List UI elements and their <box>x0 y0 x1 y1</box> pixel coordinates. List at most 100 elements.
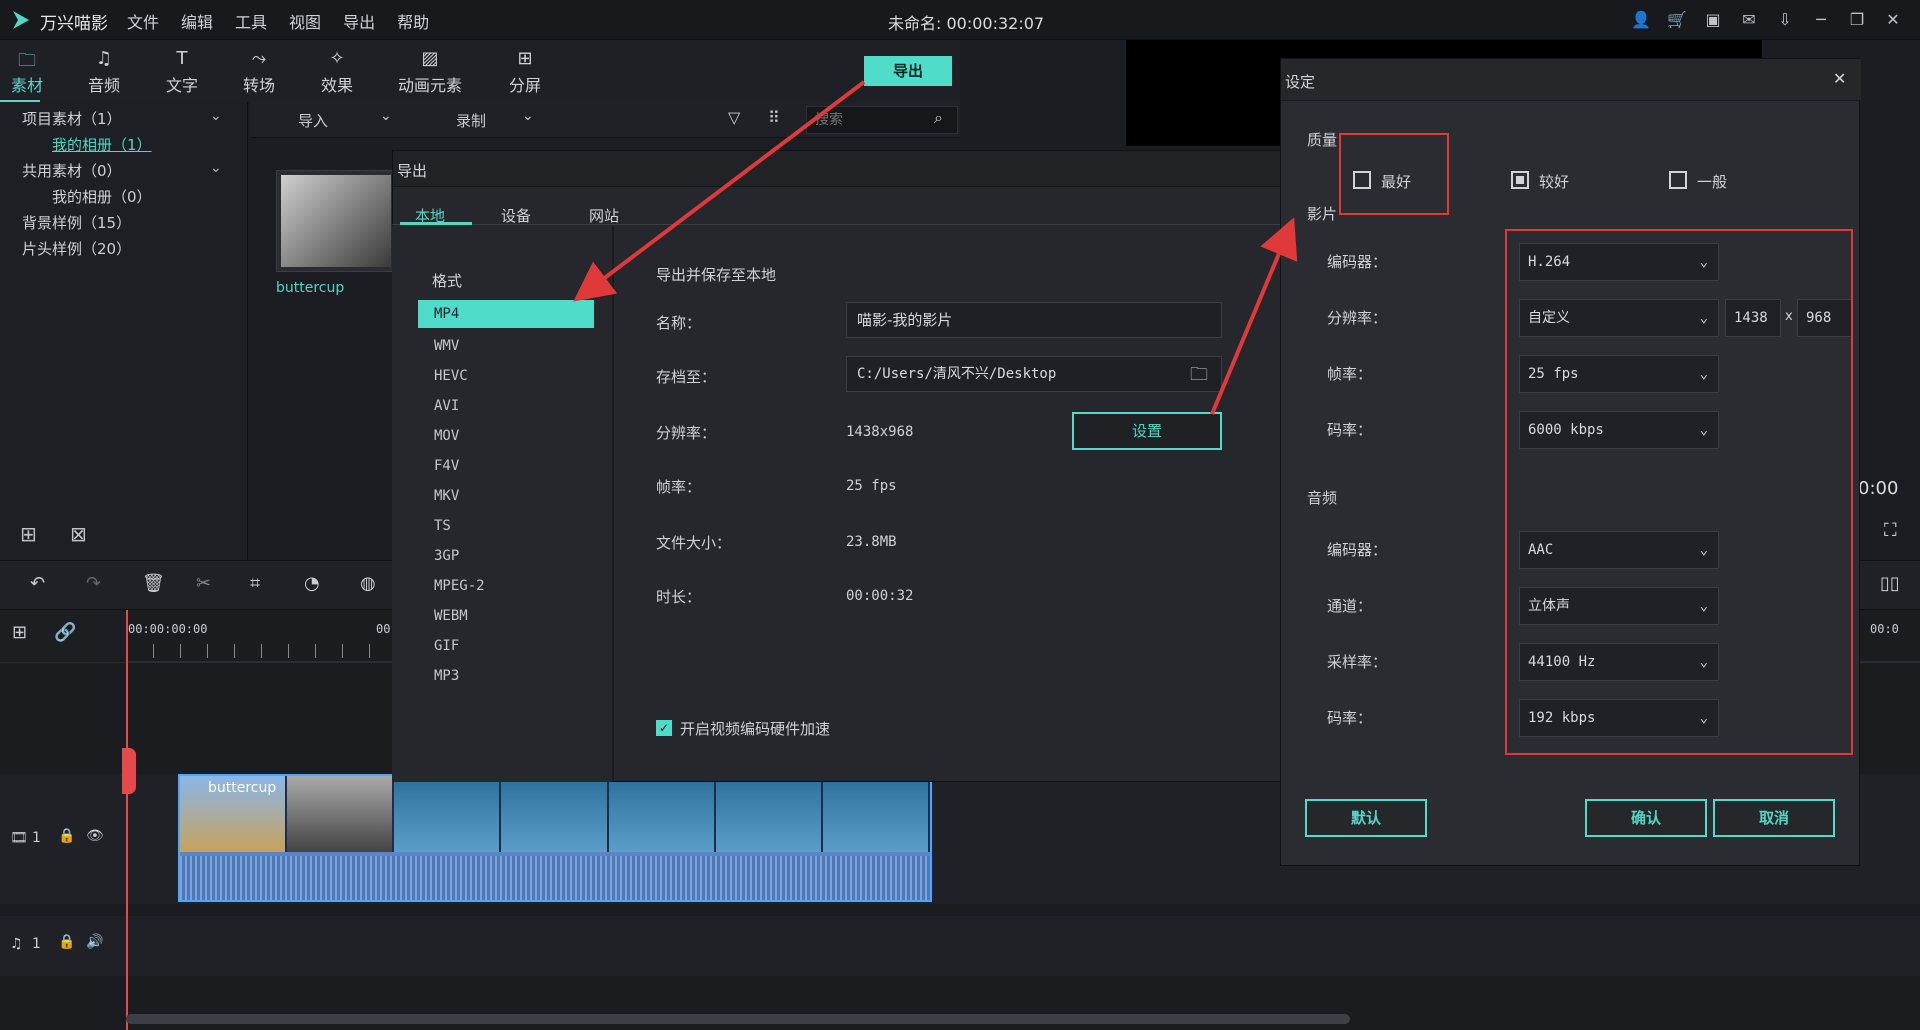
format-avi[interactable]: AVI <box>434 398 459 414</box>
format-gif[interactable]: GIF <box>434 638 459 654</box>
clip-frames <box>180 776 930 852</box>
fullscreen-icon[interactable]: ⛶ <box>1884 520 1897 541</box>
audio-waveform <box>180 856 930 900</box>
tree-my-album[interactable]: 我的相册（0） <box>52 186 152 207</box>
new-folder-icon[interactable]: ⊞ <box>20 522 37 546</box>
remove-folder-icon[interactable]: ⊠ <box>70 522 87 546</box>
lock-icon[interactable]: 🔒 <box>58 934 75 950</box>
tab-elements[interactable]: ▨ 动画元素 <box>390 48 470 96</box>
quality-better-checkbox[interactable] <box>1511 171 1529 189</box>
import-dropdown[interactable]: 导入 <box>298 110 328 131</box>
format-mp3[interactable]: MP3 <box>434 668 459 684</box>
save-path-input[interactable]: C:/Users/清风不兴/Desktop <box>846 356 1222 392</box>
menu-file[interactable]: 文件 <box>127 9 159 33</box>
tree-background-samples[interactable]: 背景样例（15） <box>22 212 131 233</box>
cancel-button[interactable]: 取消 <box>1713 799 1835 837</box>
mail-icon[interactable]: ✉ <box>1738 8 1760 30</box>
restore-icon[interactable]: ❐ <box>1846 8 1868 30</box>
folder-icon[interactable]: 🗀 <box>1190 362 1208 392</box>
record-dropdown[interactable]: 录制 <box>456 110 486 131</box>
minimize-icon[interactable]: ─ <box>1810 8 1832 30</box>
file-size-label: 文件大小： <box>656 534 732 552</box>
format-heading: 格式 <box>432 272 463 290</box>
timeline-scrollbar[interactable] <box>126 1014 1350 1024</box>
playhead-handle[interactable] <box>122 748 136 794</box>
format-wmv[interactable]: WMV <box>434 338 459 354</box>
color-icon[interactable]: ◍ <box>360 573 376 594</box>
hardware-accel-label: 开启视频编码硬件加速 <box>680 720 831 738</box>
effects-icon: ✧ <box>329 48 345 69</box>
menu-export[interactable]: 导出 <box>343 9 375 33</box>
save-icon[interactable]: ▣ <box>1702 8 1724 30</box>
tab-media[interactable]: 🗀 素材 <box>0 48 62 102</box>
close-icon[interactable]: ✕ <box>1833 69 1846 88</box>
export-button[interactable]: 导出 <box>864 56 952 86</box>
tab-split-screen[interactable]: ⊞ 分屏 <box>490 48 560 96</box>
undo-icon[interactable]: ↶ <box>30 573 45 594</box>
tab-transition[interactable]: ⤳ 转场 <box>224 48 294 96</box>
crop-icon[interactable]: ⌗ <box>250 573 260 594</box>
cart-icon[interactable]: 🛒 <box>1666 8 1688 30</box>
link-icon[interactable]: 🔗 <box>54 622 76 643</box>
menu-view[interactable]: 视图 <box>289 9 321 33</box>
tree-intro-samples[interactable]: 片头样例（20） <box>22 238 131 259</box>
speed-icon[interactable]: ◔ <box>304 573 320 594</box>
video-heading: 影片 <box>1307 205 1338 223</box>
speaker-icon[interactable]: 🔊 <box>86 934 103 950</box>
playhead[interactable] <box>126 610 128 1030</box>
format-mpeg2[interactable]: MPEG-2 <box>434 578 485 594</box>
quality-normal-checkbox[interactable] <box>1669 171 1687 189</box>
quality-heading: 质量 <box>1307 131 1338 149</box>
format-webm[interactable]: WEBM <box>434 608 468 624</box>
folder-icon: 🗀 <box>18 50 36 71</box>
format-mp4[interactable]: MP4 <box>418 300 594 328</box>
close-icon[interactable]: ✕ <box>1882 8 1904 30</box>
chevron-down-icon[interactable]: ⌄ <box>522 108 534 124</box>
chevron-down-icon[interactable]: ⌄ <box>380 108 392 124</box>
tab-effects[interactable]: ✧ 效果 <box>302 48 372 96</box>
chevron-down-icon[interactable]: ⌄ <box>210 160 222 176</box>
tab-website[interactable]: 网站 <box>589 205 619 226</box>
user-icon[interactable]: 👤 <box>1630 8 1652 30</box>
format-hevc[interactable]: HEVC <box>434 368 468 384</box>
bitrate-label: 码率： <box>1327 421 1373 439</box>
redo-icon[interactable]: ↷ <box>86 573 101 594</box>
download-icon[interactable]: ⇩ <box>1774 8 1796 30</box>
menu-tools[interactable]: 工具 <box>235 9 267 33</box>
encoder-label: 编码器： <box>1327 253 1388 271</box>
tree-my-album-selected[interactable]: 我的相册（1） <box>52 134 152 155</box>
fps-value: 25 fps <box>846 478 897 494</box>
name-input[interactable]: 喵影-我的影片 <box>846 302 1222 338</box>
format-3gp[interactable]: 3GP <box>434 548 459 564</box>
menu-help[interactable]: 帮助 <box>397 9 429 33</box>
media-thumbnail[interactable] <box>276 170 396 272</box>
tab-audio[interactable]: ♫ 音频 <box>69 48 139 96</box>
menu-bar: 文件 编辑 工具 视图 导出 帮助 <box>127 9 451 33</box>
split-view-icon[interactable]: ▯▯ <box>1880 573 1900 594</box>
video-clip[interactable]: buttercup <box>178 774 932 902</box>
format-mov[interactable]: MOV <box>434 428 459 444</box>
settings-button[interactable]: 设置 <box>1072 412 1222 450</box>
cut-icon[interactable]: ✂ <box>196 573 211 594</box>
tree-shared-media[interactable]: 共用素材（0） <box>22 160 122 181</box>
lock-icon[interactable]: 🔒 <box>58 828 75 844</box>
settings-dialog-title: 设定 <box>1285 73 1316 91</box>
chevron-down-icon[interactable]: ⌄ <box>210 108 222 124</box>
filter-icon[interactable]: ▽ <box>728 108 740 127</box>
tab-text[interactable]: T 文字 <box>147 48 217 96</box>
confirm-button[interactable]: 确认 <box>1585 799 1707 837</box>
format-mkv[interactable]: MKV <box>434 488 459 504</box>
format-f4v[interactable]: F4V <box>434 458 459 474</box>
tree-project-media[interactable]: 项目素材（1） <box>22 108 122 129</box>
menu-edit[interactable]: 编辑 <box>181 9 213 33</box>
tab-device[interactable]: 设备 <box>501 205 531 226</box>
hardware-accel-checkbox[interactable]: ✓ <box>656 720 672 736</box>
delete-icon[interactable]: 🗑 <box>142 573 165 594</box>
format-ts[interactable]: TS <box>434 518 451 534</box>
grid-icon[interactable]: ⠿ <box>768 108 780 127</box>
default-button[interactable]: 默认 <box>1305 799 1427 837</box>
search-icon[interactable]: ⌕ <box>934 108 943 128</box>
add-track-icon[interactable]: ⊞ <box>12 622 27 643</box>
transition-icon: ⤳ <box>251 48 267 69</box>
eye-icon[interactable]: 👁 <box>86 828 104 844</box>
